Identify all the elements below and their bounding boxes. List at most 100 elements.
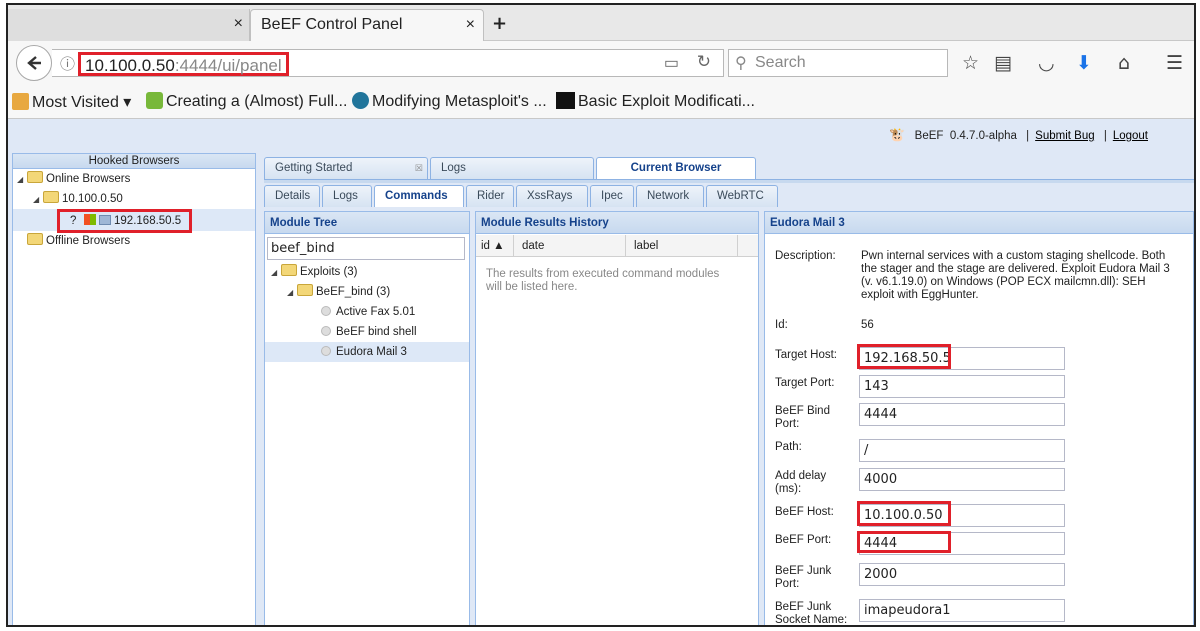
module-search-input[interactable]: beef_bind [267, 237, 465, 260]
most-visited-icon [12, 93, 29, 110]
info-icon[interactable]: ⓘ [60, 53, 75, 74]
folder-icon [43, 191, 59, 203]
folder-icon [27, 233, 43, 245]
unknown-os-icon: ? [70, 215, 77, 227]
tab-label: Rider [477, 190, 505, 202]
module-beef-bind-shell[interactable]: BeEF bind shell [321, 322, 417, 342]
submit-bug-link[interactable]: Submit Bug [1035, 130, 1094, 142]
tree-label: Active Fax 5.01 [336, 306, 416, 318]
tree-online-browsers[interactable]: ◢ Online Browsers [17, 169, 130, 189]
url-text[interactable]: 10.100.0.50:4444/ui/panel [78, 52, 289, 76]
beef-header: 🐮 BeEF 0.4.7.0-alpha | Submit Bug | Logout [889, 127, 1148, 142]
module-status-icon [321, 306, 331, 316]
home-icon[interactable]: ⌂ [1118, 52, 1130, 74]
bookmark-star-icon[interactable]: ☆ [962, 52, 979, 74]
description-label: Description: [775, 250, 836, 262]
tab-rider[interactable]: Rider [466, 185, 514, 207]
tab-label: Commands [385, 190, 448, 202]
back-button[interactable] [16, 45, 52, 81]
field-label: BeEF Host: [775, 506, 834, 518]
annotation-beef-port [857, 531, 951, 553]
annotation-beef-host [857, 501, 951, 526]
beef-app-name: BeEF [914, 130, 944, 142]
menu-icon[interactable]: ☰ [1166, 52, 1183, 74]
tab-strip-separator [264, 179, 1194, 183]
close-tab-icon[interactable]: ☒ [415, 158, 423, 178]
browser-tab-active[interactable]: BeEF Control Panel × [250, 9, 484, 41]
url-bar[interactable]: ⓘ 10.100.0.50:4444/ui/panel ▭ ↻ [52, 49, 724, 77]
beef-logo-icon: 🐮 [889, 127, 906, 142]
tab-network[interactable]: Network [636, 185, 704, 207]
tab-label: XssRays [527, 190, 573, 202]
tab-webrtc[interactable]: WebRTC [706, 185, 778, 207]
tab-label: Current Browser [630, 162, 722, 174]
results-history-title: Module Results History [476, 212, 758, 234]
bookmark-label: Basic Exploit Modificati... [578, 93, 755, 110]
col-label[interactable]: label [626, 235, 738, 257]
id-value: 56 [861, 319, 874, 331]
reading-list-icon[interactable]: ▤ [994, 52, 1012, 74]
bookmark-basic-exploit[interactable]: Basic Exploit Modificati... [556, 92, 755, 111]
expand-arrow-icon[interactable]: ◢ [271, 263, 281, 283]
field-label: BeEF Junk Port: [775, 565, 832, 590]
logout-link[interactable]: Logout [1113, 130, 1148, 142]
tab-xssrays[interactable]: XssRays [516, 185, 588, 207]
tab-logs[interactable]: Logs [322, 185, 372, 207]
tree-label: Exploits (3) [300, 266, 358, 278]
junk-socket-input[interactable]: imapeudora1 [859, 599, 1065, 622]
tab-logs-main[interactable]: Logs [430, 157, 594, 179]
results-history-panel: Module Results History id ▲ date label T… [475, 211, 759, 625]
downloads-icon[interactable]: ⬇ [1076, 52, 1092, 74]
browser-tab-strip: × BeEF Control Panel × + [8, 5, 1194, 41]
tab-label: Getting Started [275, 162, 353, 174]
add-delay-input[interactable]: 4000 [859, 468, 1065, 491]
junk-port-input[interactable]: 2000 [859, 563, 1065, 586]
tab-commands[interactable]: Commands [374, 185, 464, 207]
expand-arrow-icon[interactable]: ◢ [287, 283, 297, 303]
col-id[interactable]: id ▲ [476, 235, 514, 257]
hooked-browsers-panel: Hooked Browsers ◢ Online Browsers ◢ 10.100… [12, 153, 256, 625]
folder-icon [27, 171, 43, 183]
pocket-icon[interactable]: ◡ [1038, 52, 1055, 74]
tab-close-icon[interactable]: × [234, 9, 243, 39]
module-active-fax[interactable]: Active Fax 5.01 [321, 302, 415, 322]
module-tree-panel: Module Tree beef_bind ◢ Exploits (3) ◢ BeE… [264, 211, 470, 625]
tab-current-browser[interactable]: Current Browser [596, 157, 756, 179]
tab-label: Logs [333, 190, 358, 202]
victim-browser[interactable]: ? 192.168.50.5 [57, 209, 193, 233]
bookmark-creating[interactable]: Creating a (Almost) Full... [146, 92, 347, 111]
path-input[interactable]: / [859, 439, 1065, 462]
expand-arrow-icon[interactable]: ◢ [33, 190, 43, 210]
bookmark-modifying[interactable]: Modifying Metasploit's ... [352, 92, 547, 111]
tab-ipec[interactable]: Ipec [590, 185, 634, 207]
tree-host[interactable]: ◢ 10.100.0.50 [33, 189, 123, 209]
tree-beef-bind[interactable]: ◢ BeEF_bind (3) [287, 282, 390, 302]
field-label: BeEF Bind Port: [775, 405, 830, 430]
reader-view-icon[interactable]: ▭ [664, 53, 679, 73]
bookmark-label: Most Visited ▾ [32, 94, 132, 111]
field-label: Path: [775, 441, 802, 453]
reload-icon[interactable]: ↻ [697, 52, 711, 72]
wordpress-icon [352, 92, 369, 109]
module-tree-title: Module Tree [265, 212, 469, 234]
browser-tab-previous[interactable]: × [8, 9, 250, 41]
search-input[interactable]: ⚲ Search [728, 49, 948, 77]
target-port-input[interactable]: 143 [859, 375, 1065, 398]
tree-exploits[interactable]: ◢ Exploits (3) [271, 262, 358, 282]
new-tab-icon[interactable]: + [492, 13, 507, 34]
tree-label: BeEF bind shell [336, 326, 417, 338]
module-status-icon [321, 346, 331, 356]
bind-port-input[interactable]: 4444 [859, 403, 1065, 426]
module-eudora-mail[interactable]: Eudora Mail 3 [265, 342, 469, 362]
tree-offline-browsers[interactable]: Offline Browsers [27, 231, 130, 251]
bookmark-label: Creating a (Almost) Full... [166, 93, 348, 110]
computer-icon [98, 215, 111, 225]
back-arrow-icon [27, 56, 41, 70]
expand-arrow-icon[interactable]: ◢ [17, 170, 27, 190]
col-date[interactable]: date [514, 235, 626, 257]
tab-getting-started[interactable]: Getting Started ☒ [264, 157, 428, 179]
navigation-toolbar: ⓘ 10.100.0.50:4444/ui/panel ▭ ↻ ⚲ Search… [8, 41, 1194, 85]
bookmark-most-visited[interactable]: Most Visited ▾ [12, 92, 131, 112]
tab-details[interactable]: Details [264, 185, 320, 207]
tab-close-icon[interactable]: × [466, 10, 475, 40]
